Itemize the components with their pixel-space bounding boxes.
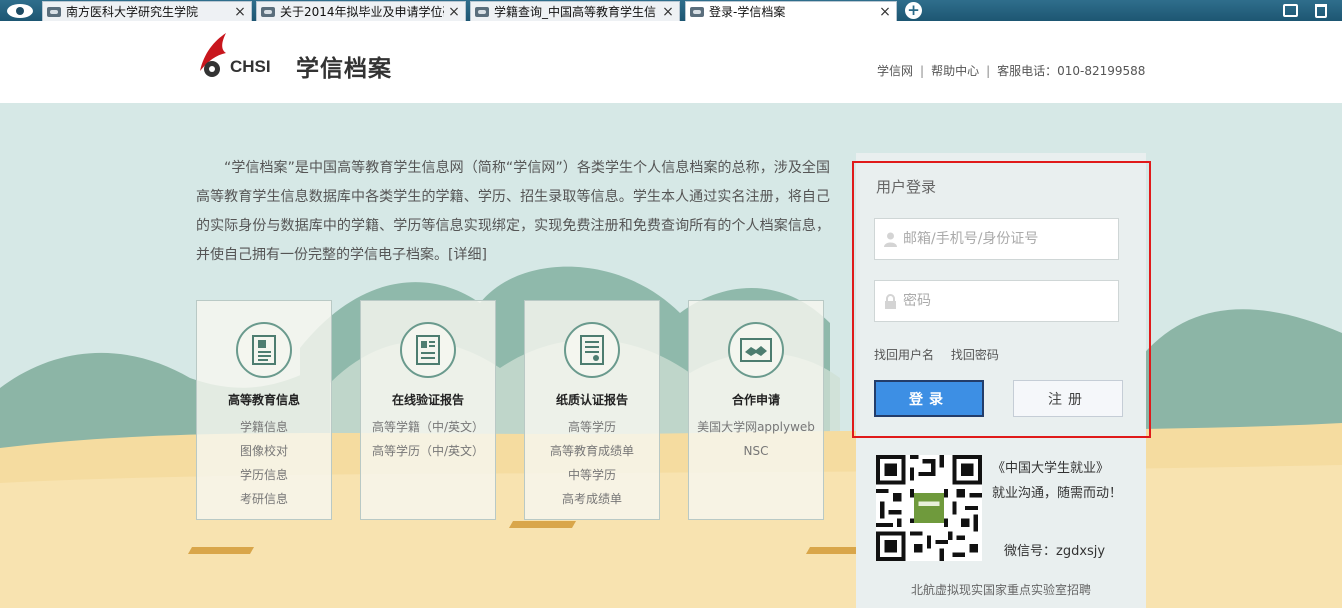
card-link[interactable]: 高考成绩单 — [525, 487, 659, 511]
card-link[interactable]: 中等学历 — [525, 463, 659, 487]
service-card-online-verification[interactable]: 在线验证报告 高等学籍（中/英文） 高等学历（中/英文） — [360, 300, 496, 520]
card-link[interactable]: 学历信息 — [197, 463, 331, 487]
mask-favicon-icon — [261, 6, 275, 17]
tab-close-icon[interactable]: × — [233, 4, 247, 20]
hotline-text: 客服电话：010-82199588 — [997, 64, 1146, 78]
browser-tab[interactable]: 学籍查询_中国高等教育学生信 × — [470, 1, 680, 21]
nav-link-xuexin[interactable]: 学信网 — [877, 62, 913, 79]
tab-label: 学籍查询_中国高等教育学生信 — [494, 5, 657, 19]
card-link[interactable]: 美国大学网applyweb — [689, 415, 823, 439]
window-icon[interactable] — [1280, 1, 1300, 20]
logo-text: CHSI — [230, 57, 271, 76]
card-link[interactable]: 图像校对 — [197, 439, 331, 463]
browser-tab[interactable]: 关于2014年拟毕业及申请学位研 × — [256, 1, 466, 21]
service-card-cooperation[interactable]: 合作申请 美国大学网applyweb NSC — [688, 300, 824, 520]
service-card-paper-certification[interactable]: 纸质认证报告 高等学历 高等教育成绩单 中等学历 高考成绩单 — [524, 300, 660, 520]
site-header: CHSI 学信档案 学信网 | 帮助中心 | 客服电话：010-82199588 — [0, 21, 1342, 103]
nav-link-help[interactable]: 帮助中心 — [931, 62, 979, 79]
intro-paragraph: “学信档案”是中国高等教育学生信息网（简称“学信网”）各类学生个人信息档案的总称… — [196, 160, 830, 263]
handshake-icon — [728, 322, 784, 378]
tab-close-icon[interactable]: × — [447, 4, 461, 20]
paper-report-icon — [564, 322, 620, 378]
card-title: 合作申请 — [731, 393, 780, 407]
notice-link[interactable]: 北航虚拟现实国家重点实验室招聘 — [856, 581, 1146, 598]
tab-label: 登录-学信档案 — [709, 5, 786, 19]
mask-favicon-icon — [475, 6, 489, 17]
card-title: 纸质认证报告 — [555, 393, 628, 407]
browser-tab-bar: 南方医科大学研究生学院 × 关于2014年拟毕业及申请学位研 × 学籍查询_中国… — [0, 0, 1342, 21]
mask-favicon-icon — [690, 6, 704, 17]
card-link[interactable]: 考研信息 — [197, 487, 331, 511]
service-card-higher-education-info[interactable]: 高等教育信息 学籍信息 图像校对 学历信息 考研信息 — [196, 300, 332, 520]
wechat-qr-code — [876, 455, 982, 561]
login-highlight-box — [852, 161, 1151, 438]
card-link[interactable]: 高等学历 — [525, 415, 659, 439]
card-link[interactable]: NSC — [689, 439, 823, 463]
certificate-icon — [236, 322, 292, 378]
nav-separator: | — [920, 63, 925, 78]
promo-line-2: 就业沟通，随需而动！ — [992, 486, 1123, 501]
site-title: 学信档案 — [296, 56, 392, 82]
mask-favicon-icon — [47, 6, 61, 17]
top-nav: 学信网 | 帮助中心 | 客服电话：010-82199588 — [877, 62, 1145, 79]
tab-label: 南方医科大学研究生学院 — [66, 5, 199, 19]
card-title: 高等教育信息 — [227, 393, 300, 407]
wechat-id: 微信号：zgdxsjy — [1004, 544, 1106, 559]
new-tab-button[interactable]: + — [905, 2, 922, 19]
card-link[interactable]: 高等教育成绩单 — [525, 439, 659, 463]
card-title: 在线验证报告 — [391, 393, 464, 407]
promo-line-1: 《中国大学生就业》 — [992, 461, 1110, 476]
browser-menu-eye-icon[interactable] — [0, 0, 40, 21]
tab-close-icon[interactable]: × — [878, 4, 892, 20]
card-link[interactable]: 高等学历（中/英文） — [361, 439, 495, 463]
browser-tab-active[interactable]: 登录-学信档案 × — [685, 1, 897, 21]
trash-icon[interactable] — [1311, 1, 1331, 20]
report-icon — [400, 322, 456, 378]
card-link[interactable]: 学籍信息 — [197, 415, 331, 439]
nav-separator: | — [986, 63, 991, 78]
tab-label: 关于2014年拟毕业及申请学位研 — [280, 5, 444, 19]
tab-close-icon[interactable]: × — [661, 4, 675, 20]
browser-tab[interactable]: 南方医科大学研究生学院 × — [42, 1, 252, 21]
card-link[interactable]: 高等学籍（中/英文） — [361, 415, 495, 439]
